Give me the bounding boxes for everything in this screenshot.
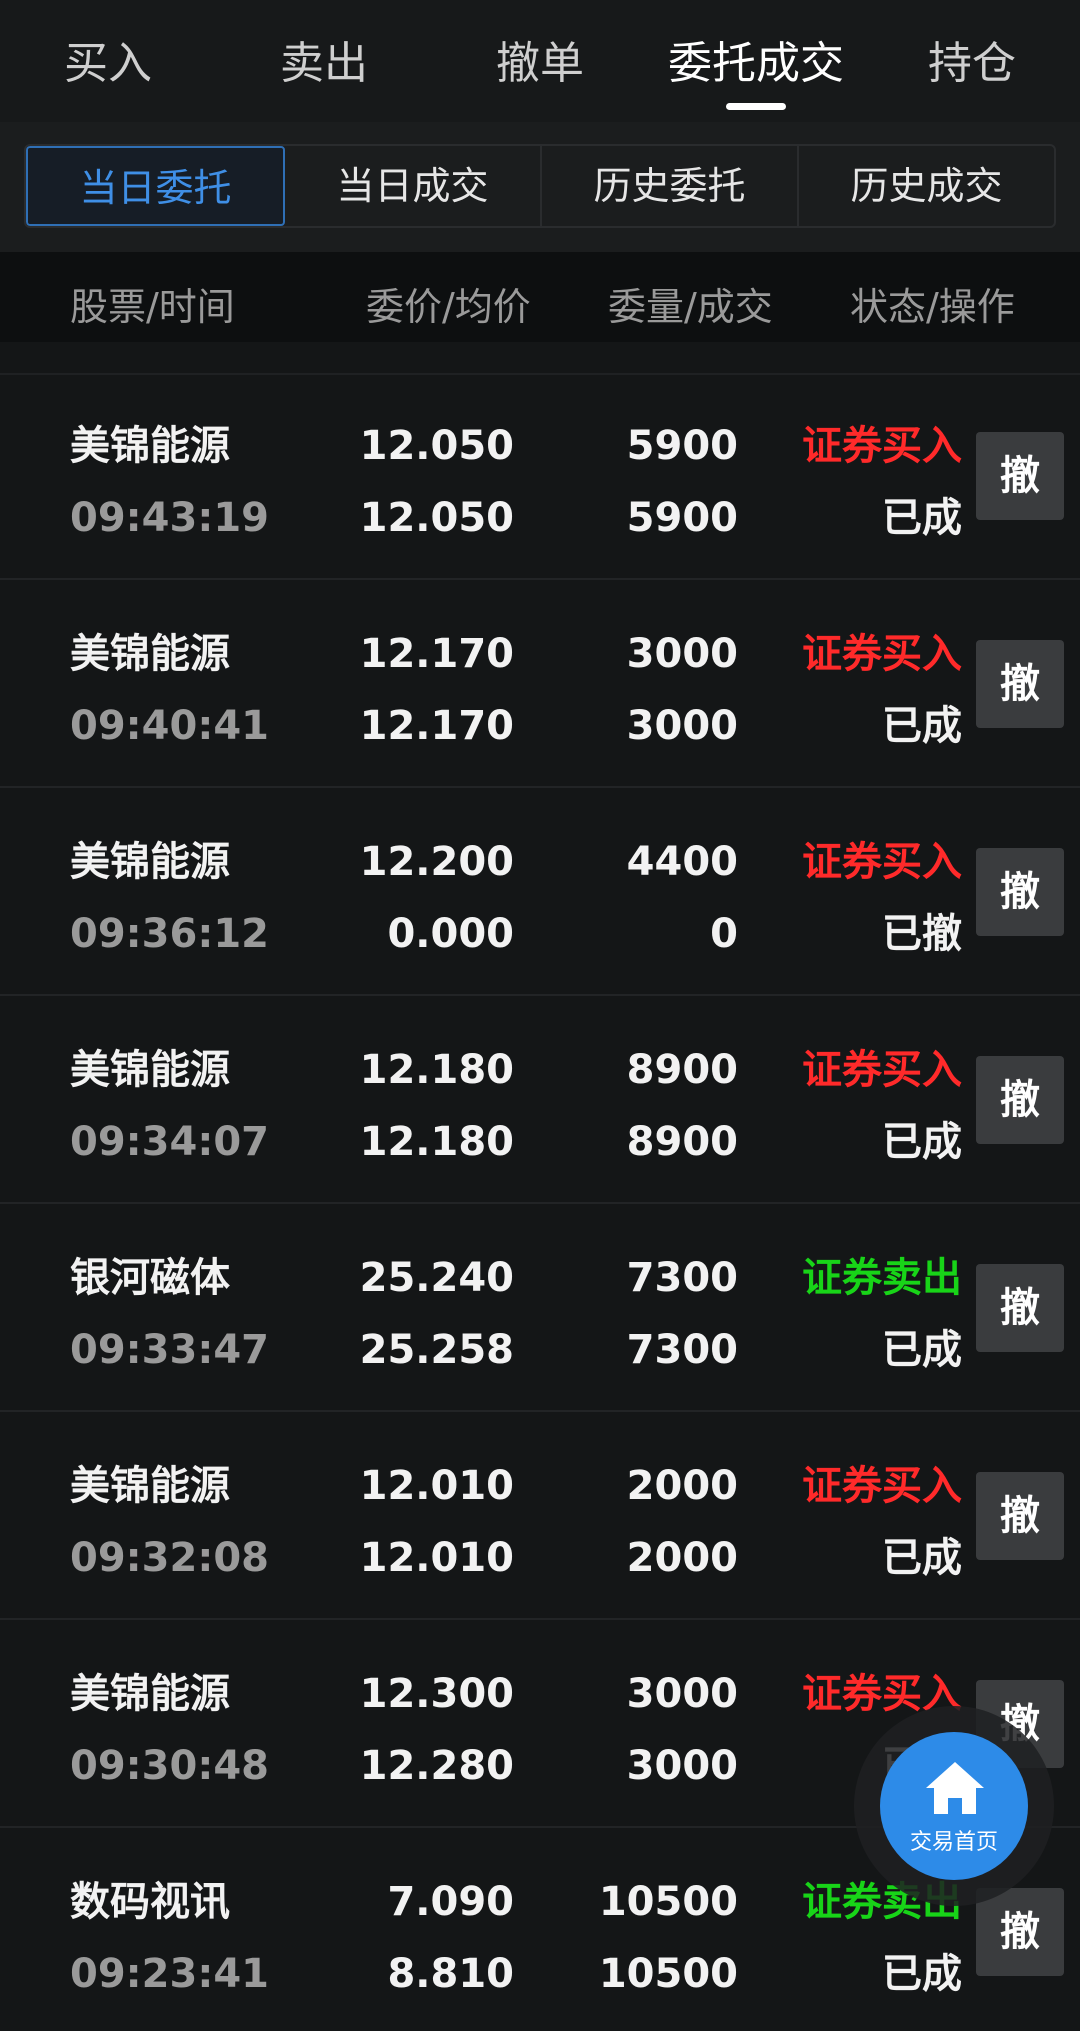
order-time: 09:33:47 xyxy=(70,1327,269,1373)
order-time: 09:40:41 xyxy=(70,703,269,749)
order-qty: 4400 xyxy=(626,839,738,885)
cancel-order-button[interactable]: 撤 xyxy=(976,848,1064,936)
cancel-order-button[interactable]: 撤 xyxy=(976,1888,1064,1976)
order-row[interactable]: 美锦能源 09:34:07 12.180 12.180 8900 8900 证券… xyxy=(0,998,1080,1204)
order-row[interactable]: 美锦能源 09:43:19 12.050 12.050 5900 5900 证券… xyxy=(0,374,1080,580)
order-row[interactable]: 美锦能源 09:40:41 12.170 12.170 3000 3000 证券… xyxy=(0,582,1080,788)
order-time: 09:34:07 xyxy=(70,1119,269,1165)
order-type: 证券买入 xyxy=(802,631,962,677)
avg-price: 12.280 xyxy=(359,1743,514,1789)
cancel-order-button[interactable]: 撤 xyxy=(976,1056,1064,1144)
order-price: 25.240 xyxy=(359,1255,514,1301)
order-qty: 8900 xyxy=(626,1047,738,1093)
order-price: 12.180 xyxy=(359,1047,514,1093)
active-tab-indicator xyxy=(726,103,786,110)
col-qty-filled: 委量/成交 xyxy=(608,285,773,329)
order-row[interactable]: 美锦能源 09:32:08 12.010 12.010 2000 2000 证券… xyxy=(0,1414,1080,1620)
order-type: 证券买入 xyxy=(802,1463,962,1509)
order-price: 12.010 xyxy=(359,1463,514,1509)
stock-name: 银河磁体 xyxy=(70,1255,230,1301)
order-qty: 7300 xyxy=(626,1255,738,1301)
stock-name: 美锦能源 xyxy=(70,1463,230,1509)
order-price: 12.300 xyxy=(359,1671,514,1717)
order-time: 09:23:41 xyxy=(70,1951,269,1997)
column-header: 股票/时间 委价/均价 委量/成交 状态/操作 xyxy=(0,252,1080,342)
order-status: 已成 xyxy=(882,1951,962,1997)
order-time: 09:43:19 xyxy=(70,495,269,541)
order-status: 已成 xyxy=(882,703,962,749)
tab-sell[interactable]: 卖出 xyxy=(244,32,404,96)
subtab-today-trades[interactable]: 当日成交 xyxy=(285,146,542,226)
order-time: 09:32:08 xyxy=(70,1535,269,1581)
order-qty: 3000 xyxy=(626,1671,738,1717)
subtab-today-orders[interactable]: 当日委托 xyxy=(26,146,285,226)
sub-tab-bar: 当日委托 当日成交 历史委托 历史成交 xyxy=(24,144,1056,228)
order-price: 12.200 xyxy=(359,839,514,885)
avg-price: 12.010 xyxy=(359,1535,514,1581)
col-stock-time: 股票/时间 xyxy=(70,285,235,329)
stock-name: 美锦能源 xyxy=(70,1047,230,1093)
cancel-order-button[interactable]: 撤 xyxy=(976,1472,1064,1560)
cancel-order-button[interactable]: 撤 xyxy=(976,640,1064,728)
stock-name: 数码视讯 xyxy=(70,1879,230,1925)
stock-name: 美锦能源 xyxy=(70,1671,230,1717)
trade-home-label: 交易首页 xyxy=(909,1830,998,1855)
cancel-order-button[interactable]: 撤 xyxy=(976,1264,1064,1352)
tab-positions[interactable]: 持仓 xyxy=(892,32,1052,96)
avg-price: 0.000 xyxy=(387,911,514,957)
order-row[interactable]: 银河磁体 09:33:47 25.240 25.258 7300 7300 证券… xyxy=(0,1206,1080,1412)
subtab-history-orders[interactable]: 历史委托 xyxy=(542,146,799,226)
order-status: 已成 xyxy=(882,495,962,541)
order-status: 已成 xyxy=(882,1119,962,1165)
filled-qty: 2000 xyxy=(626,1535,738,1581)
stock-name: 美锦能源 xyxy=(70,423,230,469)
order-type: 证券买入 xyxy=(802,1047,962,1093)
order-status: 已成 xyxy=(882,1327,962,1373)
sub-tab-area: 当日委托 当日成交 历史委托 历史成交 xyxy=(0,122,1080,252)
order-qty: 10500 xyxy=(598,1879,738,1925)
col-price-avg: 委价/均价 xyxy=(366,285,531,329)
order-type: 证券买入 xyxy=(802,839,962,885)
avg-price: 25.258 xyxy=(359,1327,514,1373)
order-price: 12.170 xyxy=(359,631,514,677)
col-status-action: 状态/操作 xyxy=(850,285,1015,329)
order-price: 12.050 xyxy=(359,423,514,469)
order-row[interactable]: 美锦能源 09:36:12 12.200 0.000 4400 0 证券买入 已… xyxy=(0,790,1080,996)
order-time: 09:36:12 xyxy=(70,911,269,957)
avg-price: 12.180 xyxy=(359,1119,514,1165)
trading-app: 买入 卖出 撤单 委托成交 持仓 当日委托 当日成交 历史委托 历史成交 股票/… xyxy=(0,0,1080,2031)
stock-name: 美锦能源 xyxy=(70,631,230,677)
order-qty: 2000 xyxy=(626,1463,738,1509)
cancel-order-button[interactable]: 撤 xyxy=(976,432,1064,520)
filled-qty: 3000 xyxy=(626,1743,738,1789)
home-icon xyxy=(926,1762,984,1814)
avg-price: 8.810 xyxy=(387,1951,514,1997)
filled-qty: 0 xyxy=(710,911,738,957)
avg-price: 12.170 xyxy=(359,703,514,749)
order-type: 证券买入 xyxy=(802,423,962,469)
filled-qty: 8900 xyxy=(626,1119,738,1165)
order-status: 已成 xyxy=(882,1535,962,1581)
tab-buy[interactable]: 买入 xyxy=(28,32,188,96)
order-qty: 3000 xyxy=(626,631,738,677)
trade-home-button[interactable]: 交易首页 xyxy=(880,1732,1028,1880)
order-type: 证券卖出 xyxy=(802,1255,962,1301)
tab-orders-trades[interactable]: 委托成交 xyxy=(636,32,876,96)
order-time: 09:30:48 xyxy=(70,1743,269,1789)
filled-qty: 3000 xyxy=(626,703,738,749)
subtab-history-trades[interactable]: 历史成交 xyxy=(799,146,1054,226)
filled-qty: 5900 xyxy=(626,495,738,541)
filled-qty: 7300 xyxy=(626,1327,738,1373)
tab-cancel-order[interactable]: 撤单 xyxy=(460,32,620,96)
order-price: 7.090 xyxy=(387,1879,514,1925)
stock-name: 美锦能源 xyxy=(70,839,230,885)
avg-price: 12.050 xyxy=(359,495,514,541)
order-status: 已撤 xyxy=(882,911,962,957)
top-tab-bar: 买入 卖出 撤单 委托成交 持仓 xyxy=(0,0,1080,122)
order-qty: 5900 xyxy=(626,423,738,469)
filled-qty: 10500 xyxy=(598,1951,738,1997)
